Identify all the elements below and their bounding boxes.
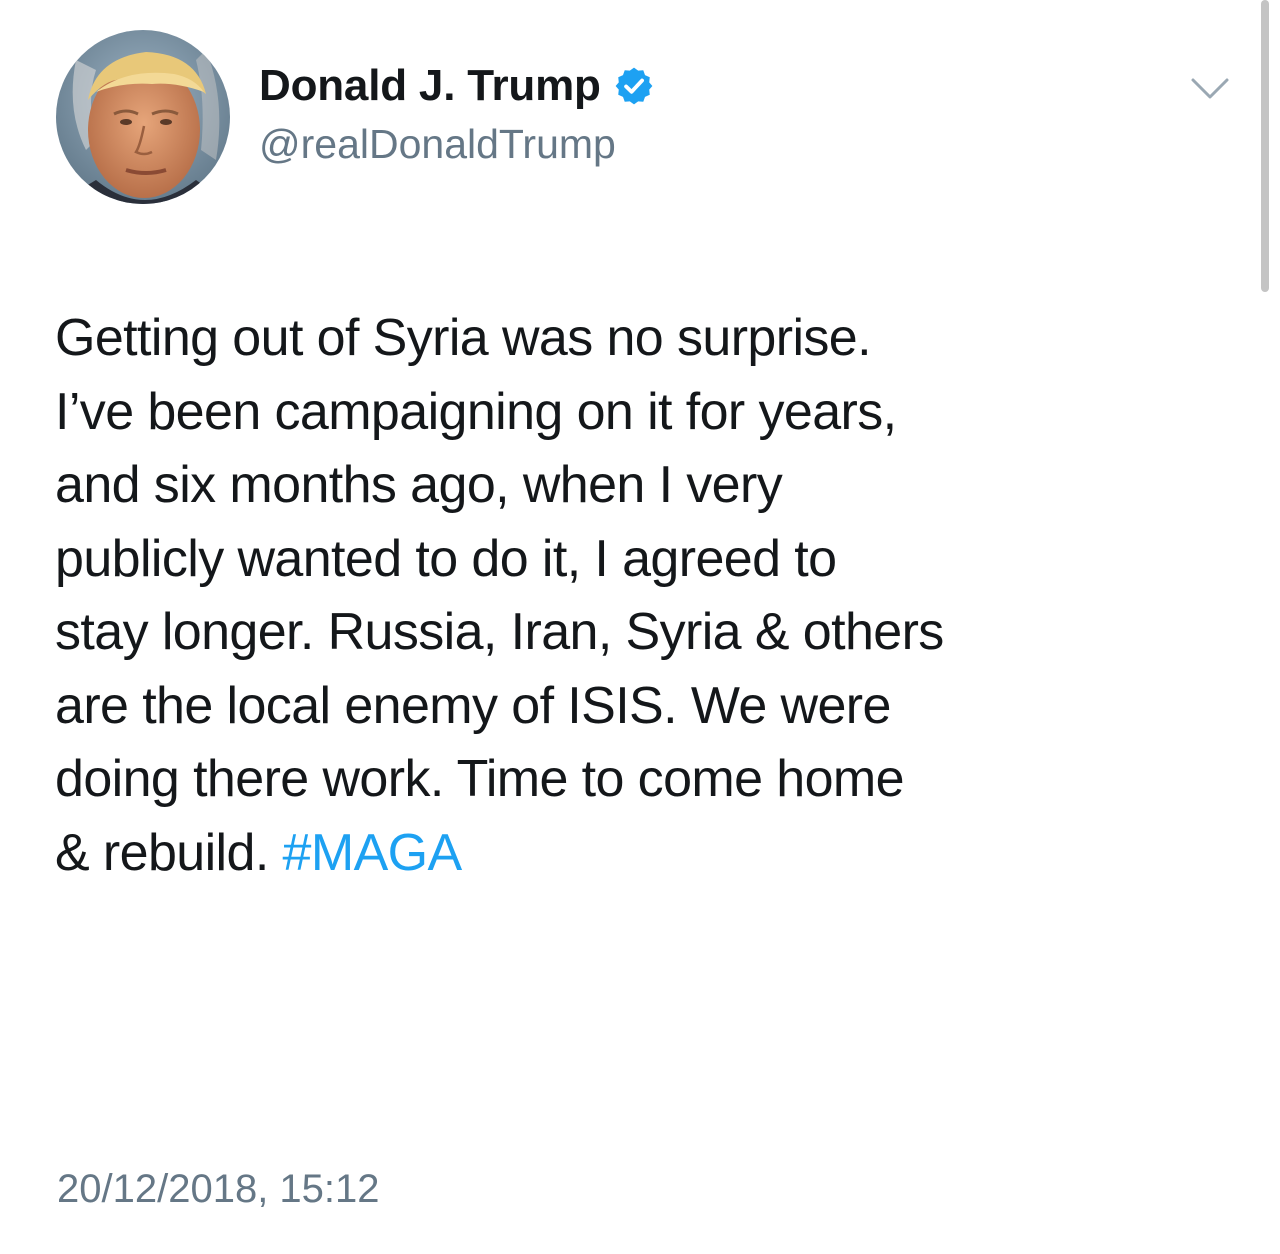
verified-badge-icon xyxy=(615,67,653,105)
display-name[interactable]: Donald J. Trump xyxy=(259,58,601,114)
tweet-text-line: and six months ago, when I very xyxy=(55,456,783,514)
tweet-card: Donald J. Trump @realDonaldTrump Getting… xyxy=(0,0,1280,1254)
author-name-row[interactable]: Donald J. Trump xyxy=(259,58,655,114)
profile-photo xyxy=(56,30,230,204)
tweet-text-line: I’ve been campaigning on it for years, xyxy=(55,382,897,441)
scrollbar[interactable] xyxy=(1261,0,1269,292)
tweet-text-line: are the local enemy of ISIS. We were xyxy=(55,676,891,735)
tweet-timestamp[interactable]: 20/12/2018, 15:12 xyxy=(57,1164,380,1214)
tweet-text-line: & rebuild. xyxy=(55,823,269,882)
tweet-text: Getting out of Syria was no surprise. I’… xyxy=(55,302,1245,890)
tweet-text-line: publicly wanted to do it, I agreed to xyxy=(55,529,837,588)
hashtag-link[interactable]: #MAGA xyxy=(283,824,463,882)
tweet-text-line: stay longer. Russia, Iran, Syria & other… xyxy=(55,603,944,661)
tweet-text-last-line: & rebuild. #MAGA xyxy=(55,817,1245,891)
avatar[interactable] xyxy=(56,30,230,204)
tweet-text-line: doing there work. Time to come home xyxy=(55,750,905,808)
chevron-down-icon[interactable] xyxy=(1190,76,1230,102)
tweet-text-line: Getting out of Syria was no surprise. xyxy=(55,309,872,367)
user-handle[interactable]: @realDonaldTrump xyxy=(259,118,616,170)
